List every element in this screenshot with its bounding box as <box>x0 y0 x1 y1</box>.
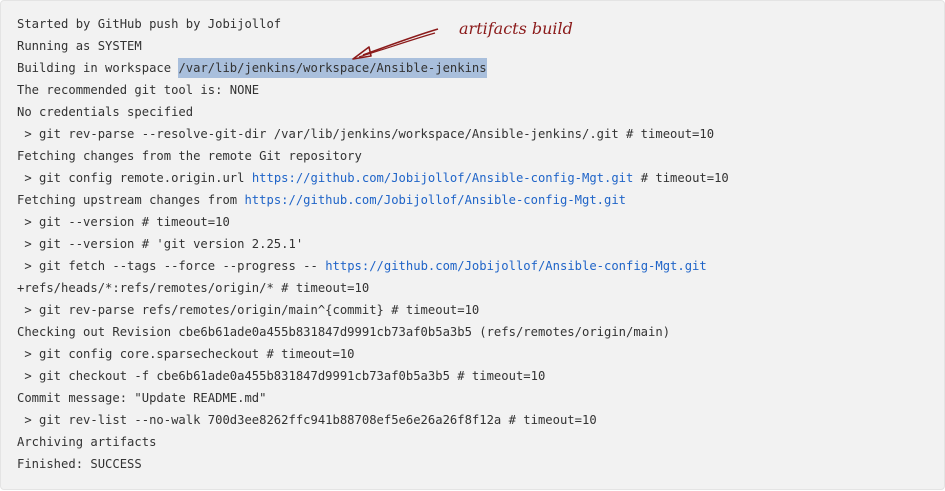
workspace-path-highlight: /var/lib/jenkins/workspace/Ansible-jenki… <box>178 58 487 78</box>
console-line: Fetching changes from the remote Git rep… <box>17 145 729 167</box>
console-line-text: > git --version # timeout=10 <box>17 215 230 229</box>
repo-link[interactable]: https://github.com/Jobijollof/Ansible-co… <box>252 171 634 185</box>
console-line: +refs/heads/*:refs/remotes/origin/* # ti… <box>17 277 729 299</box>
console-line-text: > git rev-list --no-walk 700d3ee8262ffc9… <box>17 413 597 427</box>
console-line: > git config remote.origin.url https://g… <box>17 167 729 189</box>
console-line-text: +refs/heads/*:refs/remotes/origin/* # ti… <box>17 281 370 295</box>
console-line-text: Finished: SUCCESS <box>17 457 142 471</box>
console-line-text: > git config remote.origin.url <box>17 171 252 185</box>
console-line-text: Building in workspace <box>17 61 179 75</box>
console-line-text: > git checkout -f cbe6b61ade0a455b831847… <box>17 369 546 383</box>
console-line: Running as SYSTEM <box>17 35 729 57</box>
console-line-text: > git rev-parse refs/remotes/origin/main… <box>17 303 480 317</box>
console-line: No credentials specified <box>17 101 729 123</box>
console-line: > git --version # 'git version 2.25.1' <box>17 233 729 255</box>
console-line: The recommended git tool is: NONE <box>17 79 729 101</box>
console-line-text: Commit message: "Update README.md" <box>17 391 267 405</box>
console-line: Finished: SUCCESS <box>17 453 729 475</box>
console-line-text: No credentials specified <box>17 105 194 119</box>
console-line: > git config core.sparsecheckout # timeo… <box>17 343 729 365</box>
console-line: > git rev-parse refs/remotes/origin/main… <box>17 299 729 321</box>
console-line-text: Fetching changes from the remote Git rep… <box>17 149 362 163</box>
console-line-text: > git rev-parse --resolve-git-dir /var/l… <box>17 127 715 141</box>
console-line-text: Running as SYSTEM <box>17 39 142 53</box>
annotation-label: artifacts build <box>459 19 573 38</box>
repo-link[interactable]: https://github.com/Jobijollof/Ansible-co… <box>325 259 707 273</box>
console-line: > git rev-parse --resolve-git-dir /var/l… <box>17 123 729 145</box>
console-line: Commit message: "Update README.md" <box>17 387 729 409</box>
console-line: Started by GitHub push by Jobijollof <box>17 13 729 35</box>
console-line: > git rev-list --no-walk 700d3ee8262ffc9… <box>17 409 729 431</box>
console-line-text: Archiving artifacts <box>17 435 157 449</box>
console-output-panel: Started by GitHub push by Jobijollof Runn… <box>0 0 945 490</box>
console-line: Archiving artifacts <box>17 431 729 453</box>
console-line-suffix: # timeout=10 <box>633 171 729 185</box>
console-line: > git --version # timeout=10 <box>17 211 729 233</box>
console-line-text: Checking out Revision cbe6b61ade0a455b83… <box>17 325 671 339</box>
console-line: Checking out Revision cbe6b61ade0a455b83… <box>17 321 729 343</box>
repo-link[interactable]: https://github.com/Jobijollof/Ansible-co… <box>244 193 626 207</box>
console-line-text: > git config core.sparsecheckout # timeo… <box>17 347 355 361</box>
console-line-text: Fetching upstream changes from <box>17 193 245 207</box>
console-line-text: > git --version # 'git version 2.25.1' <box>17 237 304 251</box>
console-log-lines: Started by GitHub push by Jobijollof Runn… <box>17 13 729 475</box>
console-line: Fetching upstream changes from https://g… <box>17 189 729 211</box>
console-line: > git fetch --tags --force --progress --… <box>17 255 729 277</box>
console-line-text: The recommended git tool is: NONE <box>17 83 260 97</box>
console-line-text: > git fetch --tags --force --progress -- <box>17 259 326 273</box>
console-line: > git checkout -f cbe6b61ade0a455b831847… <box>17 365 729 387</box>
console-line: Building in workspace /var/lib/jenkins/w… <box>17 57 729 79</box>
console-line-text: Started by GitHub push by Jobijollof <box>17 17 282 31</box>
